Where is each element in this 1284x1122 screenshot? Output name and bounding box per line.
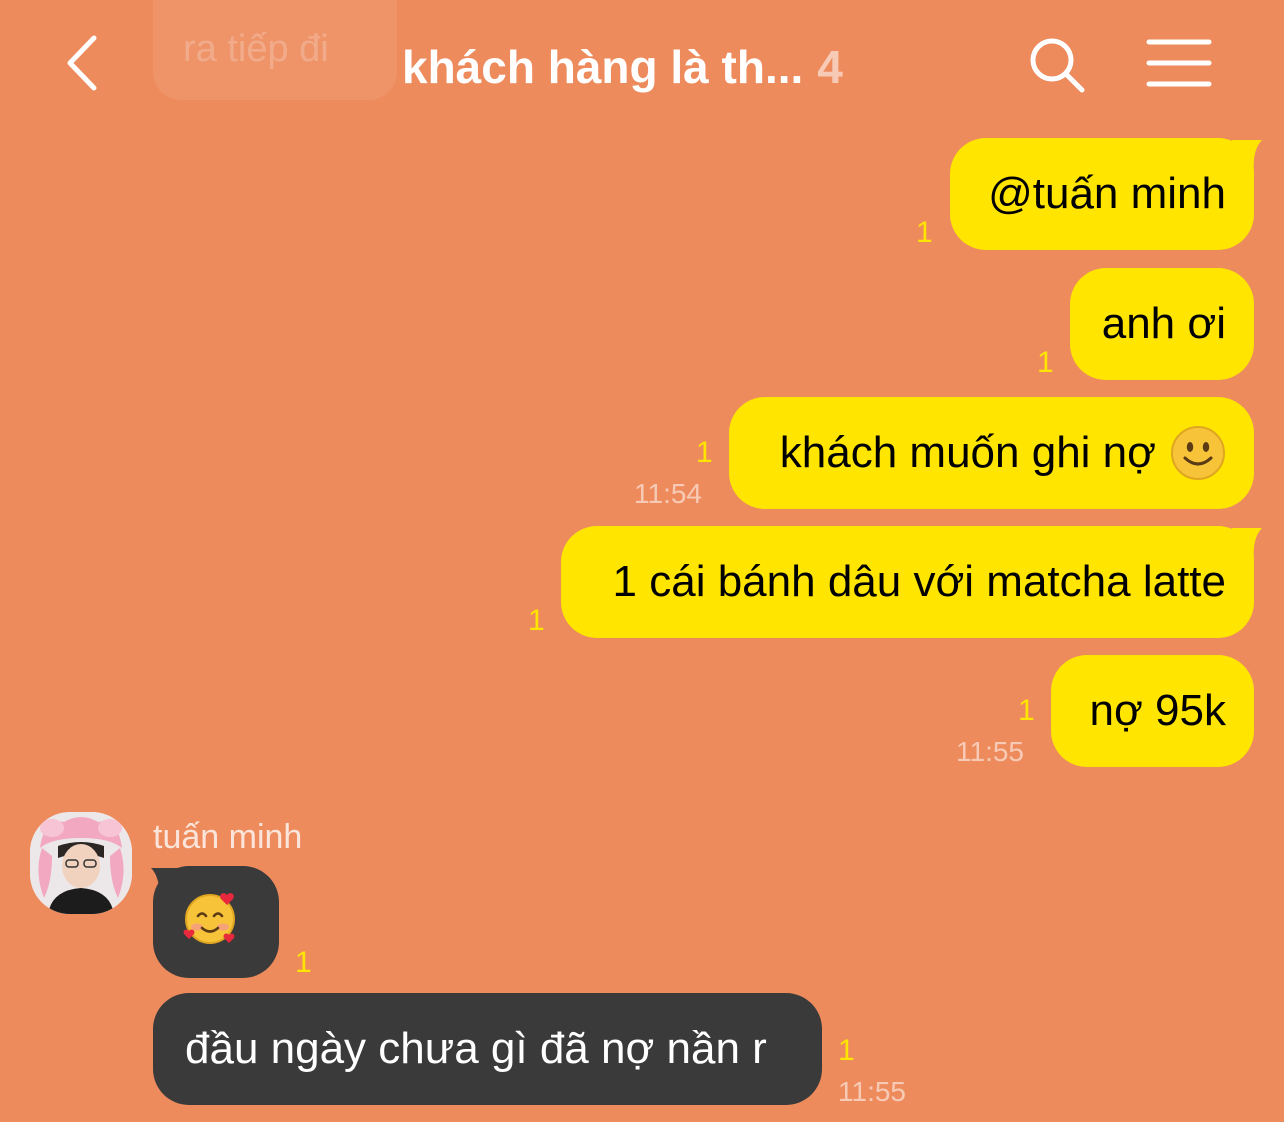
unread-count: 1 xyxy=(916,216,933,249)
slightly-smiling-face-icon xyxy=(1171,426,1225,480)
member-count: 4 xyxy=(817,41,843,93)
faded-message-text: ra tiếp đi xyxy=(183,28,329,70)
message-text: anh ơi xyxy=(1101,299,1226,348)
bubble-tail xyxy=(1232,528,1262,562)
outgoing-message-bubble[interactable]: 1 cái bánh dâu với matcha latte xyxy=(561,526,1254,638)
message-timestamp: 11:54 xyxy=(634,478,702,509)
unread-count: 1 xyxy=(1018,694,1035,727)
outgoing-message-bubble[interactable]: anh ơi xyxy=(1070,268,1254,380)
bubble-tail xyxy=(1232,140,1262,174)
message-text: khách muốn ghi nợ xyxy=(779,428,1156,477)
faded-message-preview: ra tiếp đi xyxy=(153,0,397,100)
smiling-face-with-hearts-icon xyxy=(181,889,239,955)
outgoing-message-bubble[interactable]: @tuấn minh xyxy=(950,138,1254,250)
sender-name: tuấn minh xyxy=(153,818,303,856)
avatar-image xyxy=(30,812,132,914)
message-text: 1 cái bánh dâu với matcha latte xyxy=(612,557,1226,606)
message-text: đầu ngày chưa gì đã nợ nần r xyxy=(185,1024,767,1073)
hamburger-menu-icon xyxy=(1146,39,1212,87)
menu-button[interactable] xyxy=(1146,36,1212,90)
chat-header: ra tiếp đi khách hàng là th... 4 xyxy=(0,0,1284,130)
unread-count: 1 xyxy=(696,436,713,469)
unread-count: 1 xyxy=(1037,346,1054,379)
unread-count: 1 xyxy=(295,946,312,979)
incoming-message-bubble[interactable]: đầu ngày chưa gì đã nợ nần r xyxy=(153,993,822,1105)
chat-title-area[interactable]: khách hàng là th... 4 xyxy=(402,40,843,96)
back-button[interactable] xyxy=(58,30,110,96)
unread-count: 1 xyxy=(838,1034,855,1067)
search-button[interactable] xyxy=(1026,34,1088,96)
chevron-left-icon xyxy=(67,35,97,91)
message-text: nợ 95k xyxy=(1089,686,1227,735)
outgoing-message-bubble[interactable]: nợ 95k xyxy=(1051,655,1254,767)
message-timestamp: 11:55 xyxy=(838,1076,906,1107)
unread-count: 1 xyxy=(528,604,545,637)
bubble-tail xyxy=(151,868,181,902)
message-text: @tuấn minh xyxy=(988,169,1226,218)
sender-avatar[interactable] xyxy=(30,812,132,914)
chat-title: khách hàng là th... xyxy=(402,41,804,93)
message-timestamp: 11:55 xyxy=(956,736,1024,767)
outgoing-message-bubble[interactable]: khách muốn ghi nợ xyxy=(729,397,1254,509)
search-icon xyxy=(1030,38,1085,93)
